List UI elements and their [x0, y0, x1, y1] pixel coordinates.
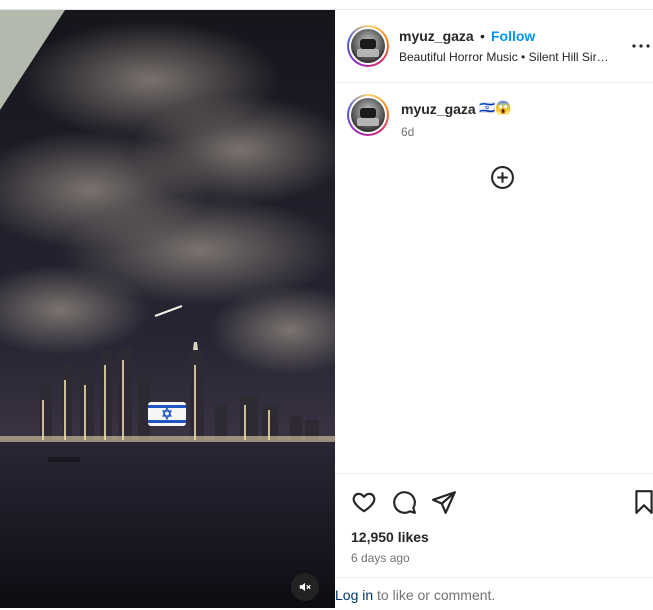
likes-count[interactable]: 12,950 likes: [351, 529, 429, 545]
top-divider: [0, 0, 653, 10]
post-actions: 12,950 likes 6 days ago Log in to like o…: [335, 473, 653, 608]
israeli-flag-emoji: [148, 402, 186, 426]
more-dots-icon[interactable]: [631, 36, 651, 56]
login-link[interactable]: Log in: [335, 587, 373, 603]
audio-track-label[interactable]: Beautiful Horror Music • Silent Hill Sir…: [399, 50, 617, 64]
speaker-muted-icon: [298, 580, 312, 594]
video-frame-night-skyline: [0, 10, 335, 608]
header-separator: •: [480, 28, 485, 44]
mute-toggle-button[interactable]: [291, 573, 319, 601]
comment-icon[interactable]: [391, 489, 417, 515]
comment-login-row: Log in to like or comment.: [335, 577, 653, 609]
send-icon[interactable]: [431, 489, 457, 515]
heart-icon[interactable]: [351, 489, 377, 515]
caption-avatar[interactable]: [347, 94, 389, 136]
caption-text: 🇮🇱😱: [479, 100, 512, 115]
instagram-post-viewer: myuz_gaza • Follow Beautiful Horror Musi…: [0, 0, 653, 610]
post-header: myuz_gaza • Follow Beautiful Horror Musi…: [335, 10, 653, 83]
post-side-panel: myuz_gaza • Follow Beautiful Horror Musi…: [335, 10, 653, 608]
caption-age[interactable]: 6d: [401, 125, 414, 139]
caption-username[interactable]: myuz_gaza: [401, 101, 476, 117]
login-prompt-text: to like or comment.: [373, 587, 496, 603]
bookmark-icon[interactable]: [631, 489, 653, 515]
plus-circle-icon[interactable]: [490, 165, 515, 190]
follow-button[interactable]: Follow: [491, 28, 535, 44]
post-video[interactable]: [0, 10, 335, 608]
author-avatar[interactable]: [347, 25, 389, 67]
author-username[interactable]: myuz_gaza: [399, 28, 474, 44]
post-date[interactable]: 6 days ago: [351, 551, 410, 565]
